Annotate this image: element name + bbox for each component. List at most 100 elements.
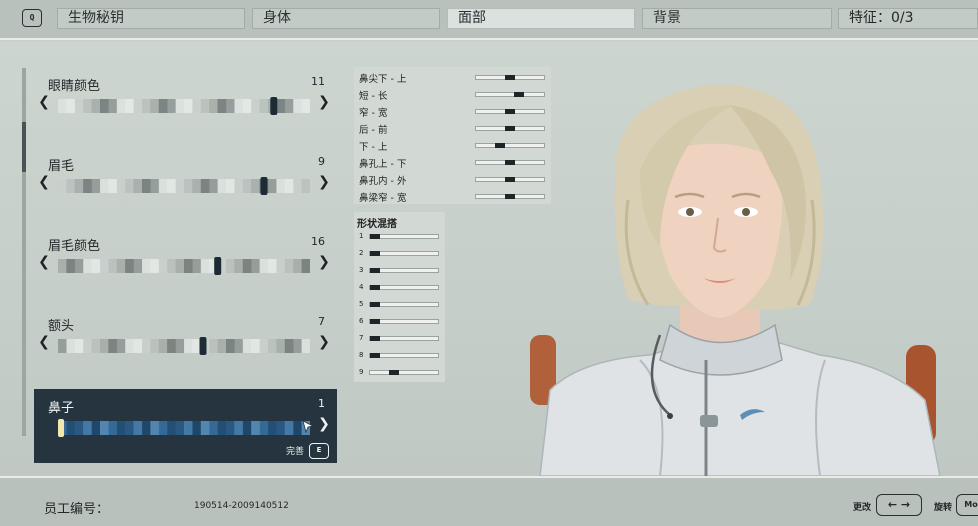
nose-param-row[interactable]: 短 - 长 [359, 86, 547, 103]
shape-blend-row[interactable]: 7 [359, 331, 441, 348]
nose-param-row[interactable]: 后 - 前 [359, 120, 547, 137]
shape-blend-row[interactable]: 2 [359, 246, 441, 263]
slider-swatch [200, 179, 210, 193]
shape-blend-panel: 形状混搭 1 2 3 4 5 6 7 8 9 [354, 212, 445, 382]
slider-track[interactable] [58, 177, 310, 195]
chevron-left-icon[interactable]: ❮ [38, 254, 50, 270]
shape-blend-handle[interactable] [370, 336, 380, 341]
list-scrollbar-thumb[interactable] [22, 122, 26, 172]
nose-param-handle[interactable] [505, 109, 515, 114]
shape-blend-handle[interactable] [370, 268, 380, 273]
shape-blend-handle[interactable] [370, 285, 380, 290]
tab-body[interactable]: 身体 [252, 8, 440, 29]
slider-swatch [108, 179, 118, 193]
shape-blend-handle[interactable] [370, 234, 380, 239]
nose-param-slider[interactable] [475, 92, 545, 97]
character-portrait[interactable] [520, 60, 960, 476]
nose-param-row[interactable]: 下 - 上 [359, 137, 547, 154]
tab-face[interactable]: 面部 [447, 8, 635, 29]
shape-blend-slider[interactable] [369, 302, 439, 307]
chevron-right-icon[interactable]: ❯ [318, 254, 330, 270]
shape-blend-handle[interactable] [389, 370, 400, 375]
slider-nose[interactable]: 鼻子 1 ❯ 完善 E [34, 389, 337, 463]
nose-param-row[interactable]: 鼻尖下 - 上 [359, 69, 547, 86]
shape-blend-row[interactable]: 9 [359, 365, 441, 382]
shape-blend-handle[interactable] [370, 302, 380, 307]
slider-handle[interactable] [260, 177, 268, 195]
nose-param-handle[interactable] [505, 126, 515, 131]
slider-handle[interactable] [199, 337, 207, 355]
nose-param-row[interactable]: 鼻孔内 - 外 [359, 171, 547, 188]
slider-swatch [242, 259, 252, 273]
slider-handle[interactable] [270, 97, 278, 115]
tab-traits[interactable]: 特征：0/3 [838, 8, 978, 29]
chevron-left-icon[interactable]: ❮ [38, 174, 50, 190]
slider-swatch [184, 99, 193, 113]
mouse-rotate-hint[interactable]: Mo [956, 494, 978, 516]
chevron-right-icon[interactable]: ❯ [318, 174, 330, 190]
slider-swatch [293, 339, 303, 353]
shape-blend-handle[interactable] [370, 251, 380, 256]
nose-param-slider[interactable] [475, 177, 545, 182]
shape-blend-slider[interactable] [369, 234, 439, 239]
q-key-hint[interactable]: Q [22, 9, 42, 27]
nose-param-slider[interactable] [475, 75, 545, 80]
slider-track[interactable] [58, 257, 310, 275]
slider-swatch [150, 179, 160, 193]
slider-track[interactable] [58, 337, 310, 355]
nose-param-handle[interactable] [505, 75, 515, 80]
nose-param-row[interactable]: 鼻梁窄 - 宽 [359, 188, 547, 205]
slider-handle[interactable] [58, 419, 64, 437]
slider-swatch [209, 99, 219, 113]
slider-eyebrow-color[interactable]: 眉毛颜色 16 ❮ ❯ [34, 227, 337, 295]
nose-param-slider[interactable] [475, 109, 545, 114]
slider-track[interactable] [58, 419, 310, 437]
shape-blend-row[interactable]: 6 [359, 314, 441, 331]
slider-swatch [142, 339, 151, 353]
chevron-left-icon[interactable]: ❮ [38, 94, 50, 110]
shape-blend-slider[interactable] [369, 353, 439, 358]
nose-param-handle[interactable] [505, 160, 515, 165]
slider-eye-color[interactable]: 眼睛颜色 11 ❮ ❯ [34, 67, 337, 135]
slider-swatch [150, 259, 160, 273]
nose-param-row[interactable]: 窄 - 宽 [359, 103, 547, 120]
shape-blend-slider[interactable] [369, 251, 439, 256]
nose-param-slider[interactable] [475, 194, 545, 199]
shape-blend-row[interactable]: 8 [359, 348, 441, 365]
nose-param-slider[interactable] [475, 160, 545, 165]
nose-param-slider[interactable] [475, 126, 545, 131]
shape-blend-row[interactable]: 3 [359, 263, 441, 280]
nose-param-handle[interactable] [495, 143, 506, 148]
shape-blend-slider[interactable] [369, 336, 439, 341]
nose-param-label: 鼻孔上 - 下 [359, 159, 407, 170]
slider-eyebrows[interactable]: 眉毛 9 ❮ ❯ [34, 147, 337, 215]
nose-param-handle[interactable] [505, 177, 515, 182]
chevron-left-icon[interactable]: ❮ [38, 334, 50, 350]
nose-param-row[interactable]: 鼻孔上 - 下 [359, 154, 547, 171]
shape-blend-slider[interactable] [369, 268, 439, 273]
shape-blend-row[interactable]: 4 [359, 280, 441, 297]
slider-handle[interactable] [214, 257, 222, 275]
shape-blend-slider[interactable] [369, 319, 439, 324]
shape-blend-slider[interactable] [369, 285, 439, 290]
shape-blend-slider[interactable] [369, 370, 439, 375]
shape-blend-handle[interactable] [370, 319, 380, 324]
slider-track[interactable] [58, 97, 310, 115]
shape-blend-row[interactable]: 1 [359, 229, 441, 246]
slider-forehead[interactable]: 额头 7 ❮ ❯ [34, 307, 337, 375]
tab-background[interactable]: 背景 [642, 8, 832, 29]
slider-swatch [276, 99, 286, 113]
chevron-right-icon[interactable]: ❯ [318, 334, 330, 350]
tab-biometric-id[interactable]: 生物秘钥 [57, 8, 245, 29]
e-key-hint[interactable]: E [309, 443, 329, 459]
slider-swatch [167, 259, 177, 273]
shape-blend-row[interactable]: 5 [359, 297, 441, 314]
nose-param-handle[interactable] [505, 194, 515, 199]
arrow-keys-hint[interactable]: ← → [876, 494, 922, 516]
chevron-right-icon[interactable]: ❯ [318, 94, 330, 110]
nose-param-handle[interactable] [514, 92, 525, 97]
chevron-right-icon[interactable]: ❯ [318, 416, 330, 432]
slider-swatch [74, 259, 84, 273]
shape-blend-handle[interactable] [370, 353, 380, 358]
nose-param-slider[interactable] [475, 143, 545, 148]
